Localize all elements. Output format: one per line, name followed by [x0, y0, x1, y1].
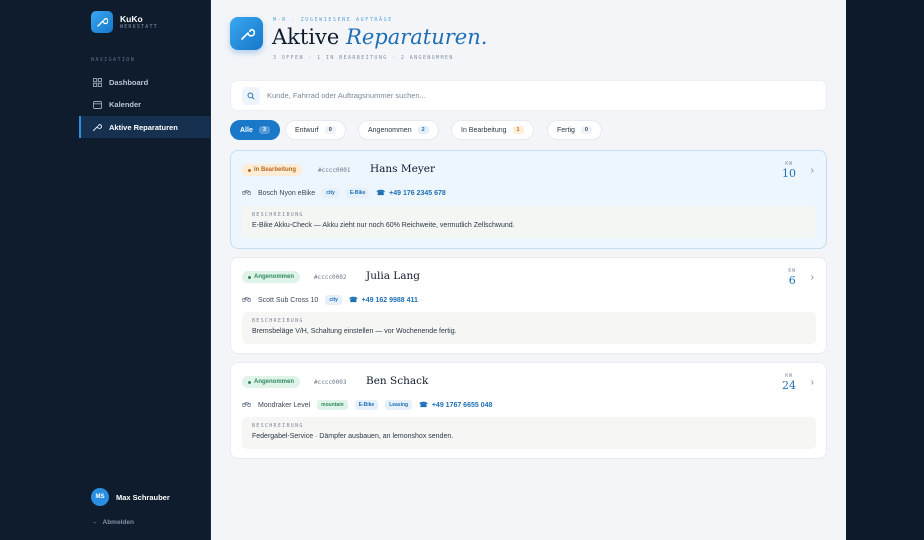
description-text: Bremsbeläge V/H, Schaltung einstellen — …: [252, 328, 457, 335]
sidebar-item-label: Dashboard: [109, 77, 149, 87]
filter-label: Alle: [240, 126, 253, 134]
main-content: M-R · ZUGEWIESENE AUFTRÄGE Aktive Repara…: [211, 0, 846, 540]
sidebar-item-calendar[interactable]: Kalender: [79, 93, 211, 115]
dashboard-icon: [92, 77, 102, 87]
wrench-icon: [91, 11, 113, 33]
filter-all[interactable]: Alle 3: [230, 120, 280, 140]
search-bar[interactable]: [230, 80, 827, 111]
order-number: #cccc0001: [318, 167, 351, 174]
logout-label: Abmelden: [102, 519, 134, 526]
status-badge: In Bearbeitung: [242, 164, 303, 176]
arrow-right-icon: →: [91, 519, 98, 526]
calendar-week: KW 10: [782, 161, 796, 180]
filter-count: 0: [580, 126, 592, 134]
brand-name: KuKo: [120, 13, 143, 24]
filter-accepted[interactable]: Angenommen 2: [358, 120, 439, 140]
order-number: #cccc0003: [314, 379, 347, 386]
phone-icon: ☎: [348, 297, 358, 304]
page-summary: 3 OFFEN · 1 IN BEARBEITUNG · 2 ANGENOMME…: [273, 55, 454, 61]
status-badge: Angenommen: [242, 376, 301, 388]
phone-icon: ☎: [419, 402, 428, 409]
phone-link[interactable]: ☎ +49 162 9988 411: [348, 296, 418, 305]
filter-count: 1: [512, 126, 524, 134]
wrench-icon: [230, 17, 263, 50]
description-box: BESCHREIBUNG Bremsbeläge V/H, Schaltung …: [242, 312, 816, 344]
bike-model: Scott Sub Cross 10: [258, 296, 319, 304]
kw-value: 6: [788, 274, 796, 287]
filter-in-progress[interactable]: In Bearbeitung 1: [451, 120, 534, 140]
repair-card[interactable]: Angenommen #cccc0003 Ben Schack Mondrake…: [230, 362, 827, 459]
card-meta: Scott Sub Cross 10 city ☎ +49 162 9988 41…: [241, 295, 418, 305]
sidebar: KuKo WERKSTATT NAVIGATION Dashboard Kale…: [0, 0, 211, 540]
description-text: E-Bike Akku-Check — Akku zieht nur noch …: [252, 222, 515, 229]
description-label: BESCHREIBUNG: [252, 423, 304, 429]
filter-label: Fertig: [557, 126, 575, 134]
page-eyebrow: M-R · ZUGEWIESENE AUFTRÄGE: [273, 17, 393, 23]
page-title: Aktive Reparaturen.: [272, 25, 487, 49]
sidebar-item-active-repairs[interactable]: Aktive Reparaturen: [79, 116, 211, 138]
brand-subtitle: WERKSTATT: [120, 23, 158, 30]
bicycle-icon: [241, 189, 252, 197]
page-title-plain: Aktive: [272, 25, 340, 49]
tag: E-Bike: [354, 400, 379, 410]
filter-label: In Bearbeitung: [461, 126, 507, 134]
phone-link[interactable]: ☎ +49 176 2345 678: [376, 189, 445, 198]
avatar: MS: [91, 488, 109, 506]
status-badge: Angenommen: [242, 271, 301, 283]
chevron-right-icon[interactable]: ›: [811, 272, 814, 283]
tag: E-Bike: [345, 188, 370, 198]
phone-icon: ☎: [376, 190, 386, 197]
chevron-right-icon[interactable]: ›: [811, 165, 814, 176]
description-box: BESCHREIBUNG Federgabel-Service · Dämpfe…: [242, 417, 816, 449]
search-input[interactable]: [267, 91, 767, 100]
brand[interactable]: KuKo WERKSTATT: [91, 11, 158, 33]
sidebar-item-label: Aktive Reparaturen: [109, 122, 178, 132]
filter-done[interactable]: Fertig 0: [547, 120, 602, 140]
filter-count: 2: [417, 126, 429, 134]
bicycle-icon: [241, 401, 252, 409]
phone-link[interactable]: ☎ +49 1767 6655 048: [419, 401, 492, 410]
tag: mountain: [317, 400, 348, 410]
wrench-icon: [92, 122, 102, 132]
customer-name: Hans Meyer: [370, 163, 436, 175]
repair-card[interactable]: In Bearbeitung #cccc0001 Hans Meyer Bosc…: [230, 150, 827, 249]
page-title-accent: Reparaturen.: [346, 25, 488, 49]
repair-card[interactable]: Angenommen #cccc0002 Julia Lang Scott Su…: [230, 257, 827, 354]
customer-name: Ben Schack: [366, 375, 429, 387]
kw-value: 24: [782, 379, 796, 392]
filter-label: Entwurf: [295, 126, 319, 134]
sidebar-item-dashboard[interactable]: Dashboard: [79, 71, 211, 93]
sidebar-item-label: Kalender: [109, 99, 142, 109]
description-label: BESCHREIBUNG: [252, 212, 304, 218]
card-meta: Bosch Nyon eBike city E-Bike ☎ +49 176 23…: [241, 188, 446, 198]
kw-value: 10: [782, 167, 796, 180]
nav-heading: NAVIGATION: [91, 57, 136, 63]
filter-draft[interactable]: Entwurf 0: [285, 120, 346, 140]
chevron-right-icon[interactable]: ›: [811, 377, 814, 388]
order-number: #cccc0002: [314, 274, 347, 281]
logout-link[interactable]: → Abmelden: [91, 519, 134, 526]
calendar-week: KW 6: [788, 268, 796, 287]
description-text: Federgabel-Service · Dämpfer ausbauen, a…: [252, 433, 454, 440]
description-box: BESCHREIBUNG E-Bike Akku-Check — Akku zi…: [242, 206, 816, 238]
tag: city: [322, 188, 339, 198]
search-icon: [242, 86, 260, 105]
calendar-week: KW 24: [782, 373, 796, 392]
bike-model: Mondraker Level: [258, 401, 311, 409]
tag: city: [325, 295, 342, 305]
filter-count: 3: [258, 126, 270, 134]
description-label: BESCHREIBUNG: [252, 318, 304, 324]
bicycle-icon: [241, 296, 252, 304]
customer-name: Julia Lang: [366, 270, 421, 282]
bike-model: Bosch Nyon eBike: [258, 189, 316, 197]
user-profile[interactable]: MS Max Schrauber: [91, 488, 170, 506]
filter-label: Angenommen: [368, 126, 412, 134]
card-meta: Mondraker Level mountain E-Bike Leasing …: [241, 400, 492, 410]
tag: Leasing: [385, 400, 413, 410]
filter-count: 0: [324, 126, 336, 134]
user-name: Max Schrauber: [116, 492, 170, 502]
calendar-icon: [92, 99, 102, 109]
right-gutter: [846, 0, 924, 540]
